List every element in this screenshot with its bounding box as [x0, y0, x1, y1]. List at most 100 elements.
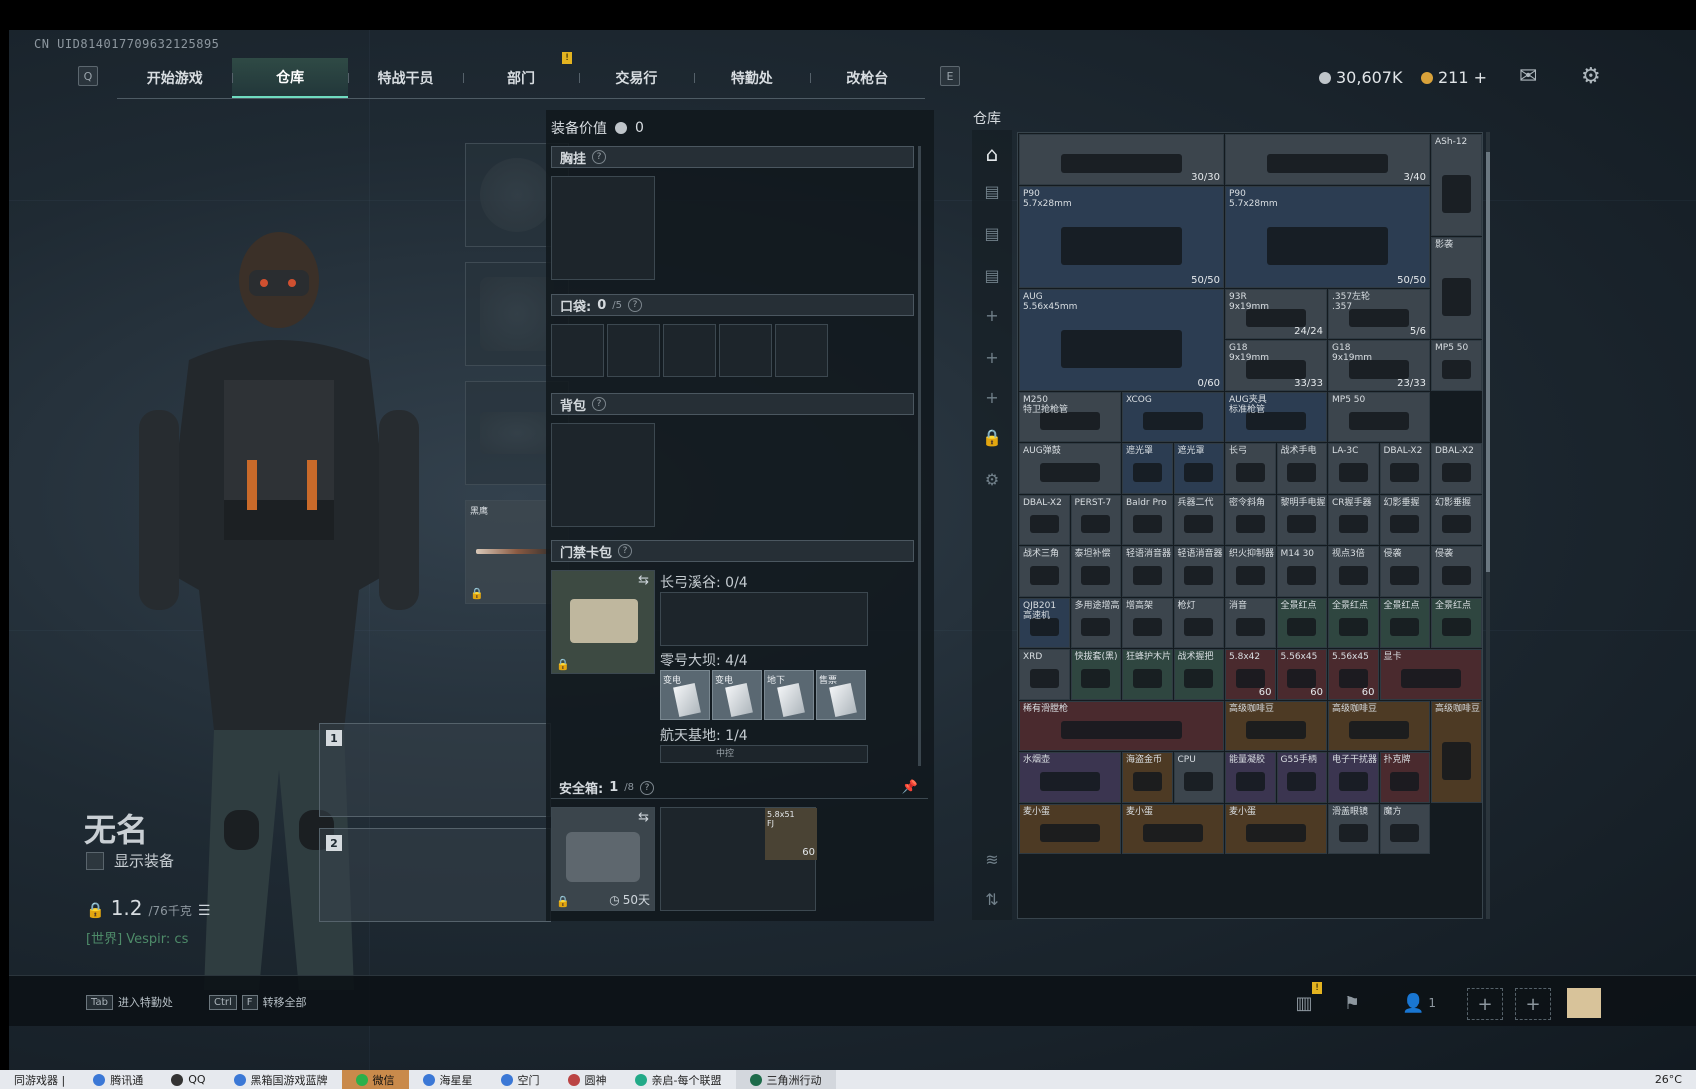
scroll-thumb[interactable]	[1486, 152, 1490, 572]
tab-start-game[interactable]: 开始游戏	[117, 58, 232, 98]
stash-item[interactable]: P90 5.7x28mm 50/50	[1019, 185, 1224, 288]
stash-item[interactable]: 织火抑制器	[1225, 546, 1276, 597]
help-icon[interactable]: ?	[592, 150, 607, 164]
swap-icon[interactable]: ⇆	[638, 573, 649, 588]
tab-special-ops[interactable]: 特勤处	[694, 58, 809, 98]
taskbar-item[interactable]: 三角洲行动	[735, 1070, 836, 1089]
layers-icon[interactable]: ≋	[982, 850, 1002, 869]
stash-item[interactable]: XCOG	[1122, 391, 1224, 442]
backpack-slot[interactable]	[551, 423, 655, 527]
hint-transfer-all[interactable]: Ctrl F 转移全部	[209, 994, 307, 1010]
taskbar-weather[interactable]: 26°C	[1641, 1070, 1696, 1089]
stash-scrollbar[interactable]	[1486, 132, 1490, 919]
add-tab-icon[interactable]: +	[982, 388, 1002, 407]
friends-button[interactable]: 👤 1	[1394, 988, 1444, 1018]
gear-icon[interactable]: ⚙	[1581, 64, 1601, 89]
checkbox[interactable]	[86, 851, 104, 870]
stash-item[interactable]: 遮光罩	[1122, 443, 1173, 494]
stash-item[interactable]: 5.8x42 60	[1225, 649, 1276, 700]
taskbar-item[interactable]: 亲启-每个联盟	[621, 1070, 736, 1089]
nav-prev-key[interactable]: Q	[78, 66, 98, 86]
stash-item[interactable]: 扑克牌	[1379, 752, 1430, 803]
stash-item[interactable]: AUG夹具 标准枪管	[1225, 391, 1327, 442]
stash-item[interactable]: 5.56x45 60	[1328, 649, 1379, 700]
stash-item[interactable]: 3/40	[1225, 134, 1430, 185]
tab-gunsmith[interactable]: 改枪台	[809, 58, 925, 98]
help-icon[interactable]: ?	[639, 780, 654, 795]
taskbar-item[interactable]: 黑箱国游戏蓝牌	[220, 1070, 342, 1089]
stash-item[interactable]: 麦小蛋	[1225, 803, 1327, 854]
taskbar-item[interactable]: 腾讯通	[79, 1070, 157, 1089]
keycard-row-partial[interactable]: 中控	[660, 745, 868, 763]
stash-item[interactable]: 狂蜂护木片	[1122, 649, 1173, 700]
stash-item[interactable]: CR握手器	[1328, 494, 1379, 545]
stash-item[interactable]: DBAL-X2	[1019, 494, 1070, 545]
stash-item[interactable]: M14 30	[1276, 546, 1327, 597]
stash-item[interactable]: 轻语消音器	[1173, 546, 1224, 597]
stash-item[interactable]: 滑盖眼镜	[1328, 803, 1379, 854]
stash-item[interactable]: 全景红点	[1328, 597, 1379, 648]
stash-item[interactable]: 侵袭	[1431, 546, 1482, 597]
stash-item[interactable]: 水烟壶	[1019, 752, 1121, 803]
stash-item[interactable]: QJB201 高速机	[1019, 597, 1070, 648]
stash-item[interactable]: ASh-12	[1431, 134, 1482, 236]
show-equipment-toggle[interactable]: 显示装备	[86, 850, 174, 871]
stash-item[interactable]: PERST-7	[1070, 494, 1121, 545]
pocket-slot[interactable]	[663, 324, 716, 377]
stash-item[interactable]: 高级咖啡豆	[1328, 700, 1430, 751]
stash-item[interactable]: CPU	[1173, 752, 1224, 803]
stash-tab-icon[interactable]: ▤	[982, 182, 1002, 201]
keycard-row[interactable]	[660, 592, 868, 646]
stash-home-icon[interactable]: ⌂	[982, 142, 1002, 166]
stash-item[interactable]: 全景红点	[1431, 597, 1482, 648]
list-icon[interactable]: ☰	[198, 903, 211, 919]
pocket-slot[interactable]	[551, 324, 604, 377]
tab-department[interactable]: 部门	[463, 58, 578, 98]
stash-item[interactable]: 稀有滑膛枪	[1019, 700, 1224, 751]
stash-item[interactable]: 遮光罩	[1173, 443, 1224, 494]
stash-tab-icon[interactable]: ▤	[982, 266, 1002, 285]
keycard-case-slot[interactable]: ⇆ 🔒	[551, 570, 655, 674]
safe-box-slot[interactable]: ⇆ 🔒 ◷ 50天	[551, 807, 655, 911]
stash-item[interactable]: 魔方	[1379, 803, 1430, 854]
stash-item[interactable]: MP5 50	[1431, 340, 1482, 391]
stash-item[interactable]: AUG 5.56x45mm 0/60	[1019, 288, 1224, 391]
stash-item[interactable]: 高级咖啡豆	[1225, 700, 1327, 751]
swap-icon[interactable]: ⇆	[638, 810, 649, 825]
stash-item[interactable]: 枪灯	[1173, 597, 1224, 648]
stash-item[interactable]: 电子干扰器	[1328, 752, 1379, 803]
pin-icon[interactable]: 📌	[902, 780, 918, 795]
stash-item[interactable]: 能量凝胶	[1225, 752, 1276, 803]
help-icon[interactable]: ?	[627, 298, 642, 312]
add-tab-icon[interactable]: +	[982, 348, 1002, 367]
taskbar-item[interactable]: 空门	[487, 1070, 554, 1089]
help-icon[interactable]: ?	[592, 397, 607, 411]
sort-icon[interactable]: ⇅	[982, 890, 1002, 909]
nav-next-key[interactable]: E	[940, 66, 960, 86]
stash-item[interactable]: P90 5.7x28mm 50/50	[1225, 185, 1430, 288]
taskbar-item[interactable]: 同游戏器 |	[0, 1070, 79, 1089]
stash-tab-icon[interactable]: ▤	[982, 224, 1002, 243]
stash-item[interactable]: G18 9x19mm 23/33	[1328, 340, 1430, 391]
keycard[interactable]: 变电	[712, 670, 762, 720]
stash-item[interactable]: 轻语消音器	[1122, 546, 1173, 597]
stash-item[interactable]: 麦小蛋	[1122, 803, 1224, 854]
stash-item[interactable]: 多用途增高	[1070, 597, 1121, 648]
secondary-weapon-slot[interactable]: 2	[319, 828, 551, 922]
add-party-icon[interactable]: +	[1515, 988, 1551, 1020]
stash-item[interactable]: 战术三角	[1019, 546, 1070, 597]
stash-item[interactable]: 密令斜角	[1225, 494, 1276, 545]
stash-item[interactable]: 海盗金币	[1122, 752, 1173, 803]
stash-item[interactable]: DBAL-X2	[1379, 443, 1430, 494]
stash-item[interactable]: DBAL-X2	[1431, 443, 1482, 494]
stash-item[interactable]: 5.56x45 60	[1276, 649, 1327, 700]
tab-market[interactable]: 交易行	[578, 58, 694, 98]
stash-item[interactable]: 战术手电	[1276, 443, 1327, 494]
stash-item[interactable]: MP5 50	[1328, 391, 1430, 442]
stash-item[interactable]: 长弓	[1225, 443, 1276, 494]
stash-item[interactable]: 兵器二代	[1173, 494, 1224, 545]
tab-operators[interactable]: 特战干员	[347, 58, 463, 98]
stash-item[interactable]: 全景红点	[1276, 597, 1327, 648]
stash-item[interactable]: 30/30	[1019, 134, 1224, 185]
stash-item[interactable]: 高级咖啡豆	[1431, 700, 1482, 803]
